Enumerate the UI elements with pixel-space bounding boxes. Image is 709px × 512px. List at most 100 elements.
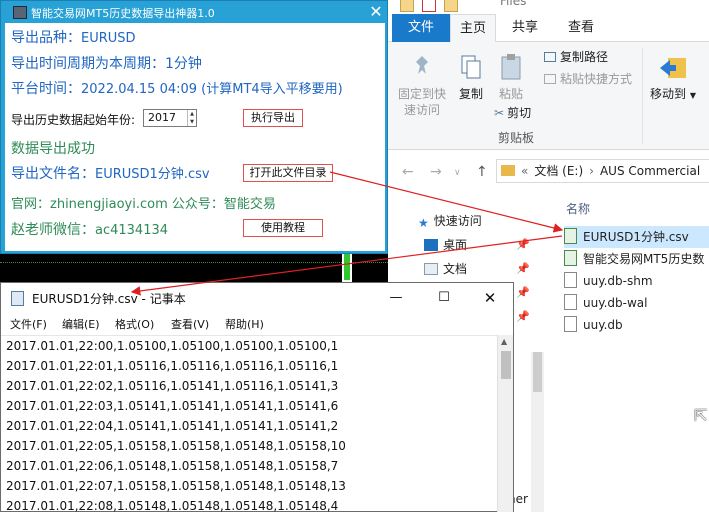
- variety-value: EURUSD: [81, 31, 136, 46]
- chart-candle: [342, 252, 352, 282]
- quick-access-save-icon[interactable]: [400, 0, 414, 12]
- file-list: 名称 EURUSD1分钟.csv 智能交易网MT5历史数 uuy.db-shm …: [560, 196, 709, 512]
- paste-shortcut-button[interactable]: 粘贴快捷方式: [544, 70, 632, 88]
- start-year-value: 2017: [148, 111, 176, 124]
- copy-path-icon: [544, 52, 556, 62]
- start-year-label: 导出历史数据起始年份:: [11, 113, 136, 127]
- file-item[interactable]: uuy.db-wal: [564, 292, 709, 314]
- csv-file-icon: [564, 228, 577, 244]
- cut-label: 剪切: [507, 106, 532, 120]
- copy-icon: [461, 55, 481, 79]
- pin-to-quick-access-button[interactable]: 固定到快速访问: [396, 52, 448, 118]
- menu-help[interactable]: 帮助(H): [225, 316, 264, 332]
- close-icon[interactable]: ✕: [475, 287, 505, 309]
- file-name: uuy.db-wal: [583, 296, 648, 310]
- copy-path-label: 复制路径: [560, 50, 609, 64]
- scroll-up-icon[interactable]: ▲: [501, 337, 507, 346]
- tab-file[interactable]: 文件: [392, 14, 450, 42]
- tool-title-bar: 智能交易网MT5历史数据导出神器1.0 ✕: [1, 1, 387, 23]
- minimize-icon[interactable]: —: [381, 287, 411, 309]
- breadcrumb-drive[interactable]: 文档 (E:): [534, 164, 583, 178]
- pinned-icon: 📌: [516, 310, 530, 323]
- notepad-menu-bar: 文件(F) 编辑(E) 格式(O) 查看(V) 帮助(H): [1, 313, 513, 335]
- nav-documents[interactable]: 文档: [424, 260, 467, 277]
- pin-icon: [416, 56, 428, 74]
- maximize-icon[interactable]: ☐: [429, 287, 459, 309]
- execute-export-button[interactable]: 执行导出: [243, 109, 303, 127]
- move-to-button[interactable]: 移动到 ▼: [650, 52, 696, 104]
- text-line: 2017.01.01,22:00,1.05100,1.05100,1.05100…: [6, 339, 339, 353]
- ribbon-separator: [642, 48, 643, 144]
- file-name: 智能交易网MT5历史数: [583, 252, 705, 266]
- app-icon: [13, 6, 27, 19]
- cut-button[interactable]: ✂ 剪切: [494, 104, 531, 122]
- close-icon[interactable]: ✕: [367, 4, 385, 21]
- scroll-thumb[interactable]: [533, 352, 542, 392]
- ribbon-tabs: 文件 主页 共享 查看: [388, 14, 709, 42]
- file-item[interactable]: uuy.db: [564, 314, 709, 336]
- start-year-input[interactable]: 2017 ▲ ▼: [143, 109, 197, 127]
- notepad-icon: [11, 291, 24, 306]
- scroll-thumb[interactable]: [501, 351, 511, 379]
- notepad-text-area[interactable]: 2017.01.01,22:00,1.05100,1.05100,1.05100…: [1, 335, 497, 512]
- menu-view[interactable]: 查看(V): [171, 316, 209, 332]
- menu-edit[interactable]: 编辑(E): [62, 316, 100, 332]
- tool-title: 智能交易网MT5历史数据导出神器1.0: [31, 7, 215, 20]
- text-line: 2017.01.01,22:07,1.05158,1.05158,1.05148…: [6, 479, 346, 493]
- platform-time-value: 2022.04.15 04:09 (计算MT4导入平移要用): [81, 82, 343, 97]
- quick-access-new-folder-icon[interactable]: [444, 0, 458, 12]
- back-arrow-icon[interactable]: ←: [402, 164, 414, 180]
- tutorial-button[interactable]: 使用教程: [243, 219, 323, 237]
- move-to-dropdown-icon: ▼: [689, 91, 696, 100]
- paste-shortcut-icon: [544, 74, 556, 84]
- text-line: 2017.01.01,22:01,1.05116,1.05116,1.05116…: [6, 359, 339, 373]
- quick-access-properties-icon[interactable]: [422, 0, 436, 12]
- text-line: 2017.01.01,22:02,1.05116,1.05141,1.05116…: [6, 379, 339, 393]
- notepad-scrollbar[interactable]: ▲: [497, 335, 513, 512]
- text-line: 2017.01.01,22:05,1.05158,1.05158,1.05148…: [6, 439, 346, 453]
- column-header-name[interactable]: 名称: [566, 200, 590, 217]
- copy-label: 复制: [458, 87, 483, 101]
- ribbon-home-panel: 固定到快速访问 复制 粘贴 复制路径 粘贴快捷方式 ✂ 剪切 剪贴板 移动到 ▼: [388, 42, 709, 150]
- scissors-icon: ✂: [494, 106, 505, 120]
- star-icon: ★: [418, 216, 429, 230]
- nav-quick-access[interactable]: ★ 快速访问: [418, 212, 482, 230]
- move-to-icon: [660, 58, 686, 78]
- breadcrumb-folder[interactable]: AUS Commercial: [600, 164, 700, 178]
- copy-path-button[interactable]: 复制路径: [544, 48, 608, 66]
- address-overflow-icon[interactable]: «: [521, 164, 528, 178]
- file-item[interactable]: 智能交易网MT5历史数: [564, 248, 709, 270]
- file-name: EURUSD1分钟.csv: [583, 230, 689, 244]
- address-bar[interactable]: « 文档 (E:) › AUS Commercial: [496, 159, 709, 183]
- wechat-row: 赵老师微信：ac4134134: [11, 219, 168, 239]
- nav-desktop[interactable]: 桌面: [424, 236, 467, 253]
- tool-body: 导出品种：EURUSD 导出时间周期为本周期：1分钟 平台时间：2022.04.…: [5, 23, 385, 251]
- tab-view[interactable]: 查看: [558, 14, 604, 42]
- address-row: ← → ∨ ↑ « 文档 (E:) › AUS Commercial: [388, 150, 709, 192]
- notepad-window: EURUSD1分钟.csv - 记事本 — ☐ ✕ 文件(F) 编辑(E) 格式…: [0, 282, 514, 512]
- forward-arrow-icon[interactable]: →: [430, 164, 442, 180]
- menu-format[interactable]: 格式(O): [115, 316, 154, 332]
- wechat-value: ac4134134: [95, 223, 169, 238]
- file-item[interactable]: EURUSD1分钟.csv: [564, 226, 709, 248]
- text-line: 2017.01.01,22:04,1.05141,1.05141,1.05141…: [6, 419, 339, 433]
- website-text: 官网：zhinengjiaoyi.com 公众号：智能交易: [11, 197, 276, 212]
- pin-label: 固定到快速访问: [397, 87, 446, 117]
- mouse-cursor-icon: ⇱: [694, 406, 708, 425]
- menu-file[interactable]: 文件(F): [10, 316, 47, 332]
- recent-chevron-icon[interactable]: ∨: [454, 168, 461, 178]
- open-directory-button[interactable]: 打开此文件目录: [243, 164, 333, 182]
- folder-icon: [501, 165, 515, 176]
- paste-shortcut-label: 粘贴快捷方式: [560, 72, 633, 86]
- copy-button[interactable]: 复制: [454, 52, 488, 102]
- year-spinner[interactable]: ▲ ▼: [187, 110, 196, 126]
- file-icon: [564, 294, 577, 310]
- breadcrumb-separator-icon: ›: [589, 164, 594, 178]
- navigation-scrollbar[interactable]: [531, 352, 544, 512]
- csv-file-icon: [564, 250, 577, 266]
- tab-share[interactable]: 共享: [502, 14, 548, 42]
- paste-button[interactable]: 粘贴: [494, 52, 528, 102]
- tab-home[interactable]: 主页: [450, 14, 496, 42]
- up-arrow-icon[interactable]: ↑: [476, 164, 488, 180]
- file-item[interactable]: uuy.db-shm: [564, 270, 709, 292]
